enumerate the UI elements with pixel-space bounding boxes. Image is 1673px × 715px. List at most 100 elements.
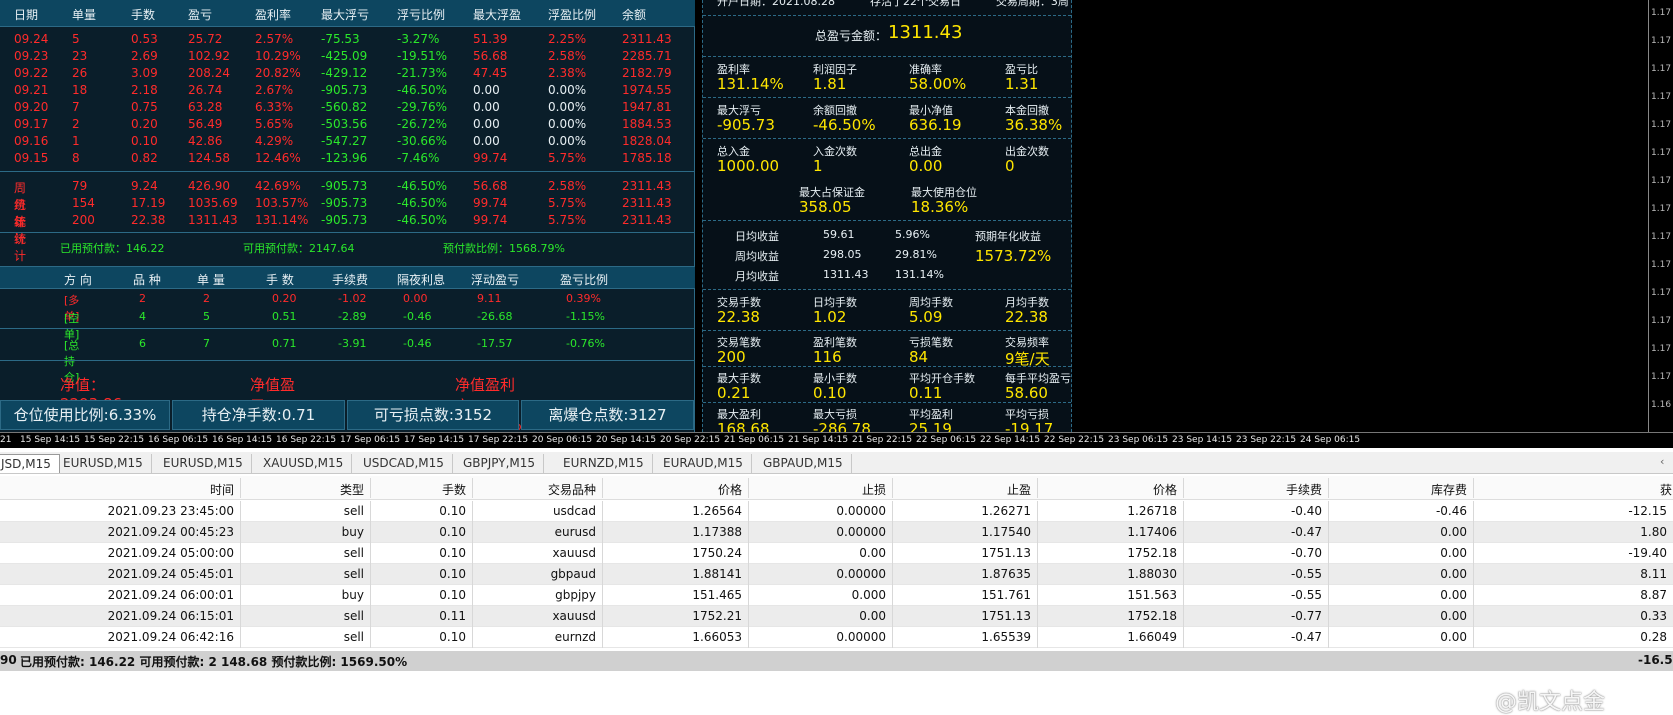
table-row[interactable]: 2021.09.24 05:00:00 sell 0.10 xauusd 1750.24…: [0, 543, 1673, 564]
table-cell: gbpaud: [550, 567, 596, 581]
chart-tab[interactable]: GBPJPY,M15: [455, 454, 545, 473]
table-header-row: 时间 类型 手数 交易品种 价格 止损 止盈 价格 手续费 库存费 获: [0, 476, 1673, 500]
table-row[interactable]: 2021.09.24 05:45:01 sell 0.10 gbpaud 1.88141…: [0, 564, 1673, 585]
daily-cell: 0.10: [131, 134, 158, 148]
table-cell: 1.66053: [692, 630, 742, 644]
daily-cell: 56.68: [473, 49, 508, 63]
column-header[interactable]: 手数: [442, 481, 466, 498]
metric-value: 5.09: [909, 308, 943, 326]
metric-value: 22.38: [717, 308, 760, 326]
column-header[interactable]: 库存费: [1431, 481, 1467, 498]
table-row[interactable]: 2021.09.24 06:00:01 buy 0.10 gbpjpy 151.465 0…: [0, 585, 1673, 606]
column-divider: [472, 564, 473, 585]
table-cell: 0.00000: [836, 567, 886, 581]
daily-cell: 124.58: [188, 151, 230, 165]
daily-cell: 3.09: [131, 66, 158, 80]
annual-value: 1573.72%: [975, 247, 1052, 265]
chart-tab[interactable]: USDCAD,M15: [355, 454, 453, 473]
column-divider: [748, 585, 749, 606]
column-header[interactable]: 时间: [210, 481, 234, 498]
table-cell: 0.00: [1440, 525, 1467, 539]
column-header[interactable]: 获: [1660, 481, 1672, 498]
daily-cell: 5: [72, 32, 80, 46]
metric-value: 358.05: [799, 198, 852, 216]
summary-cell: 103.57%: [255, 196, 309, 210]
divider: [703, 402, 1071, 403]
column-divider: [1183, 606, 1184, 627]
chart-tab[interactable]: EURUSD,M15: [55, 454, 152, 473]
chart-tab[interactable]: JSD,M15: [0, 454, 60, 473]
table-cell: 0.10: [439, 630, 466, 644]
daily-cell: 8: [72, 151, 80, 165]
table-cell: 0.000: [851, 588, 886, 602]
column-divider: [240, 501, 241, 522]
column-divider: [1473, 543, 1474, 564]
stat-button[interactable]: 离爆仓点数:3127: [521, 400, 694, 430]
table-cell: 0.10: [439, 567, 466, 581]
chart-tab[interactable]: XAUUSD,M15: [255, 454, 353, 473]
table-row[interactable]: 2021.09.24 06:15:01 sell 0.11 xauusd 1752.21…: [0, 606, 1673, 627]
time-axis: 21 15 Sep 14:15 15 Sep 22:15 16 Sep 06:15 16…: [0, 432, 1673, 448]
column-header[interactable]: 价格: [1153, 481, 1177, 498]
stats-header-cell: 最大浮盈: [473, 8, 522, 22]
table-row[interactable]: 2021.09.24 00:45:23 buy 0.10 eurusd 1.17388 0…: [0, 522, 1673, 543]
column-divider: [892, 606, 893, 627]
table-cell: 1752.18: [1127, 546, 1177, 560]
scroll-arrow-icon[interactable]: ‹: [1660, 455, 1664, 468]
income-label: 日均收益: [735, 230, 779, 243]
position-cell: -3.91: [338, 337, 367, 350]
table-row[interactable]: 2021.09.23 23:45:00 sell 0.10 usdcad 1.26564…: [0, 501, 1673, 522]
table-cell: 1.17540: [981, 525, 1031, 539]
chart-tabs: JSD,M15 EURUSD,M15 EURUSD,M15 XAUUSD,M15 USD…: [0, 452, 1673, 474]
stat-button[interactable]: 持仓净手数:0.71: [172, 400, 345, 430]
summary-cell: 1311.43: [188, 213, 238, 227]
summary-cell: 154: [72, 196, 95, 210]
column-divider: [1473, 585, 1474, 606]
column-divider: [1473, 478, 1474, 498]
metric-value: 200: [717, 348, 746, 366]
column-divider: [892, 585, 893, 606]
time-tick: 21 Sep 06:15: [724, 435, 785, 445]
summary-cell: 200: [72, 213, 95, 227]
column-divider: [1328, 522, 1329, 543]
column-header[interactable]: 止盈: [1007, 481, 1031, 498]
price-chart[interactable]: 日期 单量 手数 盈亏 盈利率 最大浮亏 浮亏比例 最大浮盈 浮盈比例 余额 09.24 5 0.53 2…: [0, 0, 1673, 438]
daily-cell: 2.57%: [255, 32, 294, 46]
metric-value: 0.21: [717, 384, 751, 402]
column-header[interactable]: 交易品种: [548, 481, 596, 498]
chart-tab[interactable]: EURAUD,M15: [655, 454, 752, 473]
column-header[interactable]: 止损: [862, 481, 886, 498]
column-divider: [748, 627, 749, 648]
column-header[interactable]: 手续费: [1286, 481, 1322, 498]
price-tick: 1.17: [1651, 232, 1672, 242]
daily-cell: 2: [72, 117, 80, 131]
time-tick: 17 Sep 06:15: [340, 435, 401, 445]
stat-button[interactable]: 可亏损点数:3152: [347, 400, 519, 430]
column-divider: [472, 606, 473, 627]
summary-cell: -905.73: [321, 213, 368, 227]
daily-cell: 09.15: [14, 151, 49, 165]
table-cell: 0.00: [1440, 567, 1467, 581]
price-tick: 1.17: [1651, 36, 1672, 46]
metric-value: -46.50%: [813, 116, 876, 134]
stat-button[interactable]: 仓位使用比例:6.33%: [0, 400, 170, 430]
column-divider: [602, 585, 603, 606]
column-divider: [1037, 585, 1038, 606]
daily-cell: -75.53: [321, 32, 360, 46]
metric-value: 18.36%: [911, 198, 969, 216]
column-divider: [240, 522, 241, 543]
column-header[interactable]: 类型: [340, 481, 364, 498]
chart-tab[interactable]: GBPAUD,M15: [755, 454, 852, 473]
income-pct: 5.96%: [895, 228, 930, 241]
chart-tab[interactable]: EURUSD,M15: [155, 454, 252, 473]
table-row[interactable]: 2021.09.24 06:42:16 sell 0.10 eurnzd 1.66053…: [0, 627, 1673, 648]
column-header[interactable]: 价格: [718, 481, 742, 498]
position-cell: -2.89: [338, 310, 367, 323]
positions-header-cell: 盈亏比例: [560, 273, 609, 287]
chart-tab[interactable]: EURNZD,M15: [555, 454, 653, 473]
daily-cell: -547.27: [321, 134, 368, 148]
daily-cell: 0.00: [473, 134, 500, 148]
table-cell: sell: [343, 567, 364, 581]
column-divider: [1037, 564, 1038, 585]
time-tick: 23 Sep 06:15: [1108, 435, 1169, 445]
